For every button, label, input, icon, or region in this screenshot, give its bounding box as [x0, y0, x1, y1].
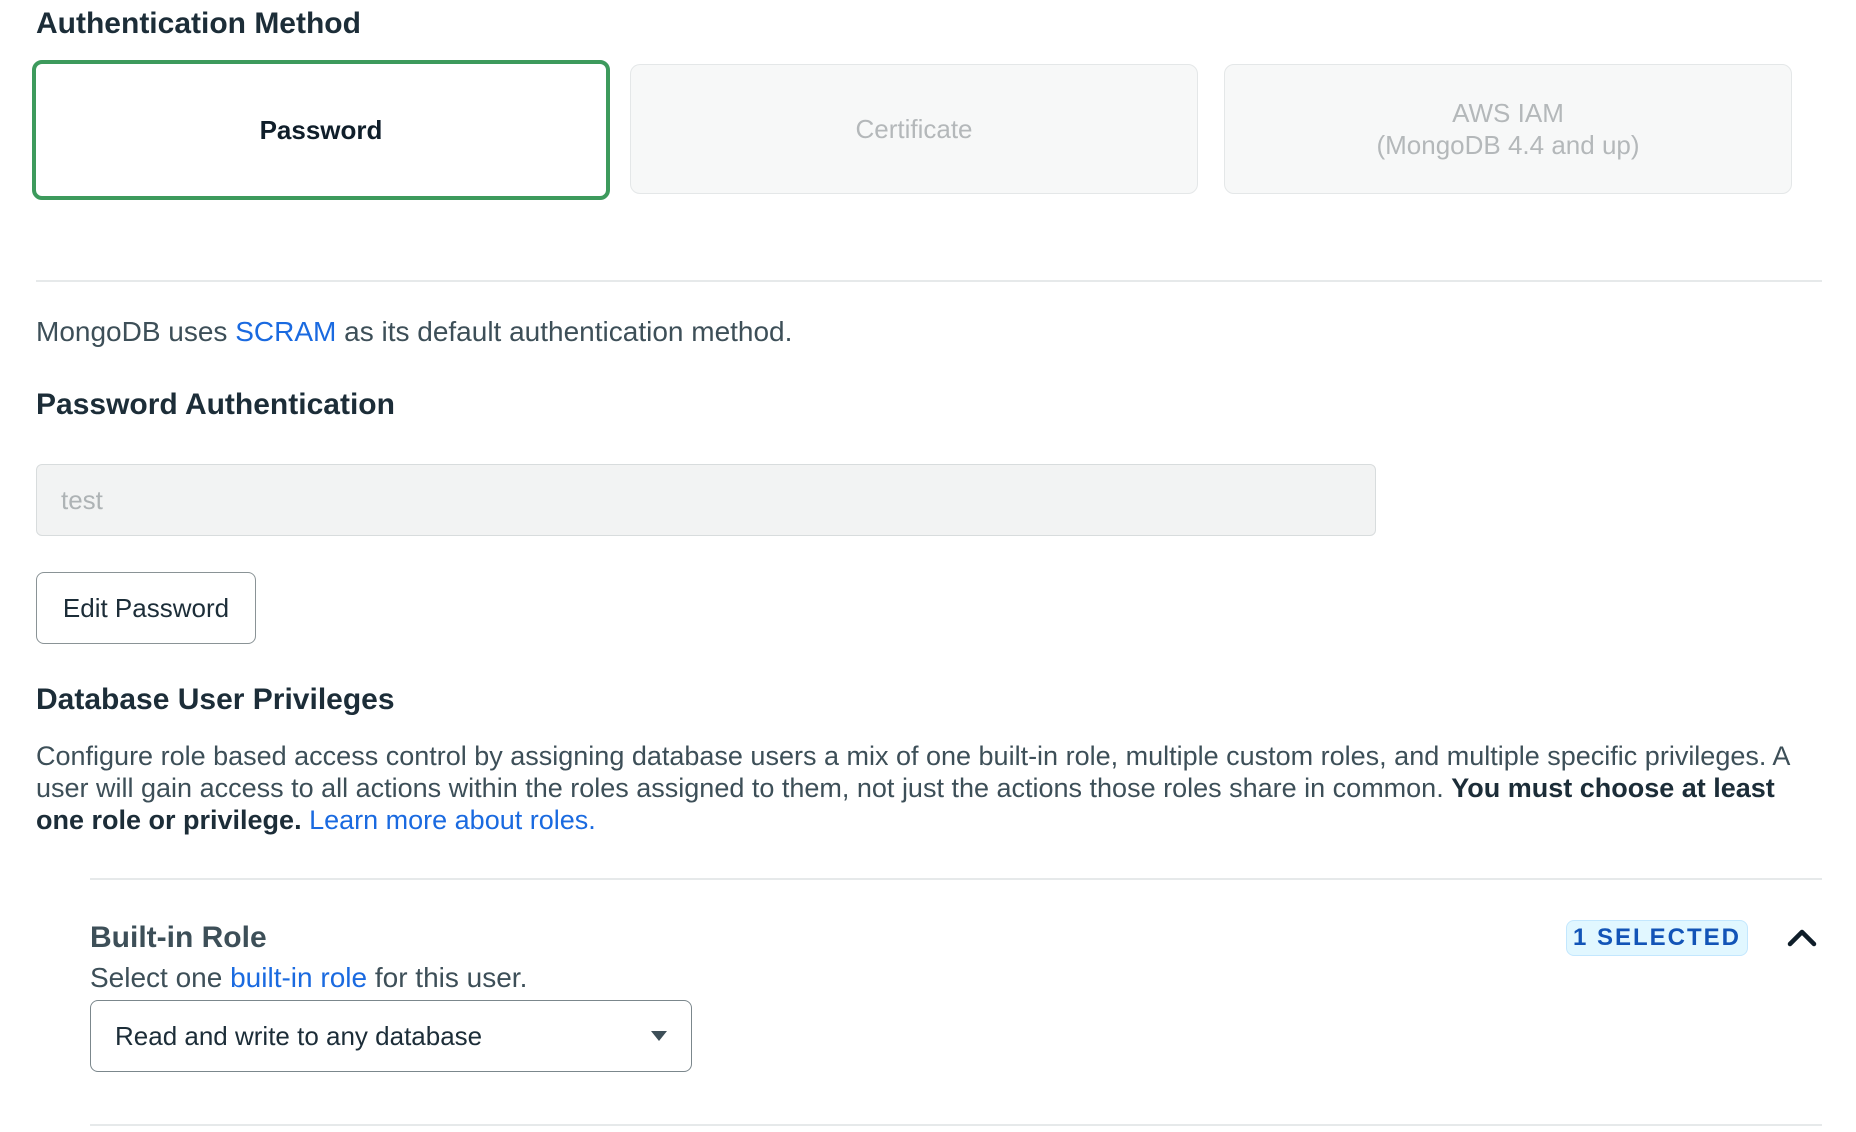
- auth-option-certificate-label: Certificate: [855, 114, 973, 144]
- auth-option-aws-label: AWS IAM: [1452, 98, 1564, 128]
- scram-link[interactable]: SCRAM: [235, 316, 336, 347]
- auth-option-password[interactable]: Password: [32, 60, 610, 200]
- builtin-role-select[interactable]: Read and write to any database: [90, 1000, 692, 1072]
- auth-method-heading: Authentication Method: [36, 7, 361, 40]
- chevron-up-icon[interactable]: [1786, 922, 1818, 950]
- edit-password-button[interactable]: Edit Password: [36, 572, 256, 644]
- privileges-description: Configure role based access control by a…: [36, 740, 1826, 836]
- section-divider: [36, 280, 1822, 282]
- section-divider: [90, 1124, 1822, 1126]
- section-divider: [90, 878, 1822, 880]
- auth-option-password-label: Password: [259, 115, 383, 145]
- builtin-role-selected-value: Read and write to any database: [115, 1020, 483, 1051]
- scram-prefix: MongoDB uses: [36, 316, 236, 347]
- database-user-form: Authentication Method Password Certifica…: [0, 0, 1856, 1132]
- selected-count-badge: 1 SELECTED: [1566, 920, 1748, 956]
- builtin-role-heading: Built-in Role: [90, 921, 267, 954]
- caret-down-icon: [651, 1031, 667, 1041]
- password-auth-heading: Password Authentication: [36, 388, 395, 421]
- builtin-desc-suffix: for this user.: [367, 962, 528, 993]
- scram-suffix: as its default authentication method.: [336, 316, 793, 347]
- scram-info: MongoDB uses SCRAM as its default authen…: [36, 314, 792, 350]
- learn-more-roles-link[interactable]: Learn more about roles.: [309, 805, 596, 835]
- auth-option-aws-iam[interactable]: AWS IAM (MongoDB 4.4 and up): [1224, 64, 1792, 194]
- username-input[interactable]: [36, 464, 1376, 536]
- builtin-desc-prefix: Select one: [90, 962, 231, 993]
- auth-option-aws-sublabel: (MongoDB 4.4 and up): [1376, 130, 1640, 160]
- builtin-role-link[interactable]: built-in role: [230, 962, 367, 993]
- builtin-role-description: Select one built-in role for this user.: [90, 960, 527, 996]
- privileges-heading: Database User Privileges: [36, 683, 395, 716]
- auth-option-certificate[interactable]: Certificate: [630, 64, 1198, 194]
